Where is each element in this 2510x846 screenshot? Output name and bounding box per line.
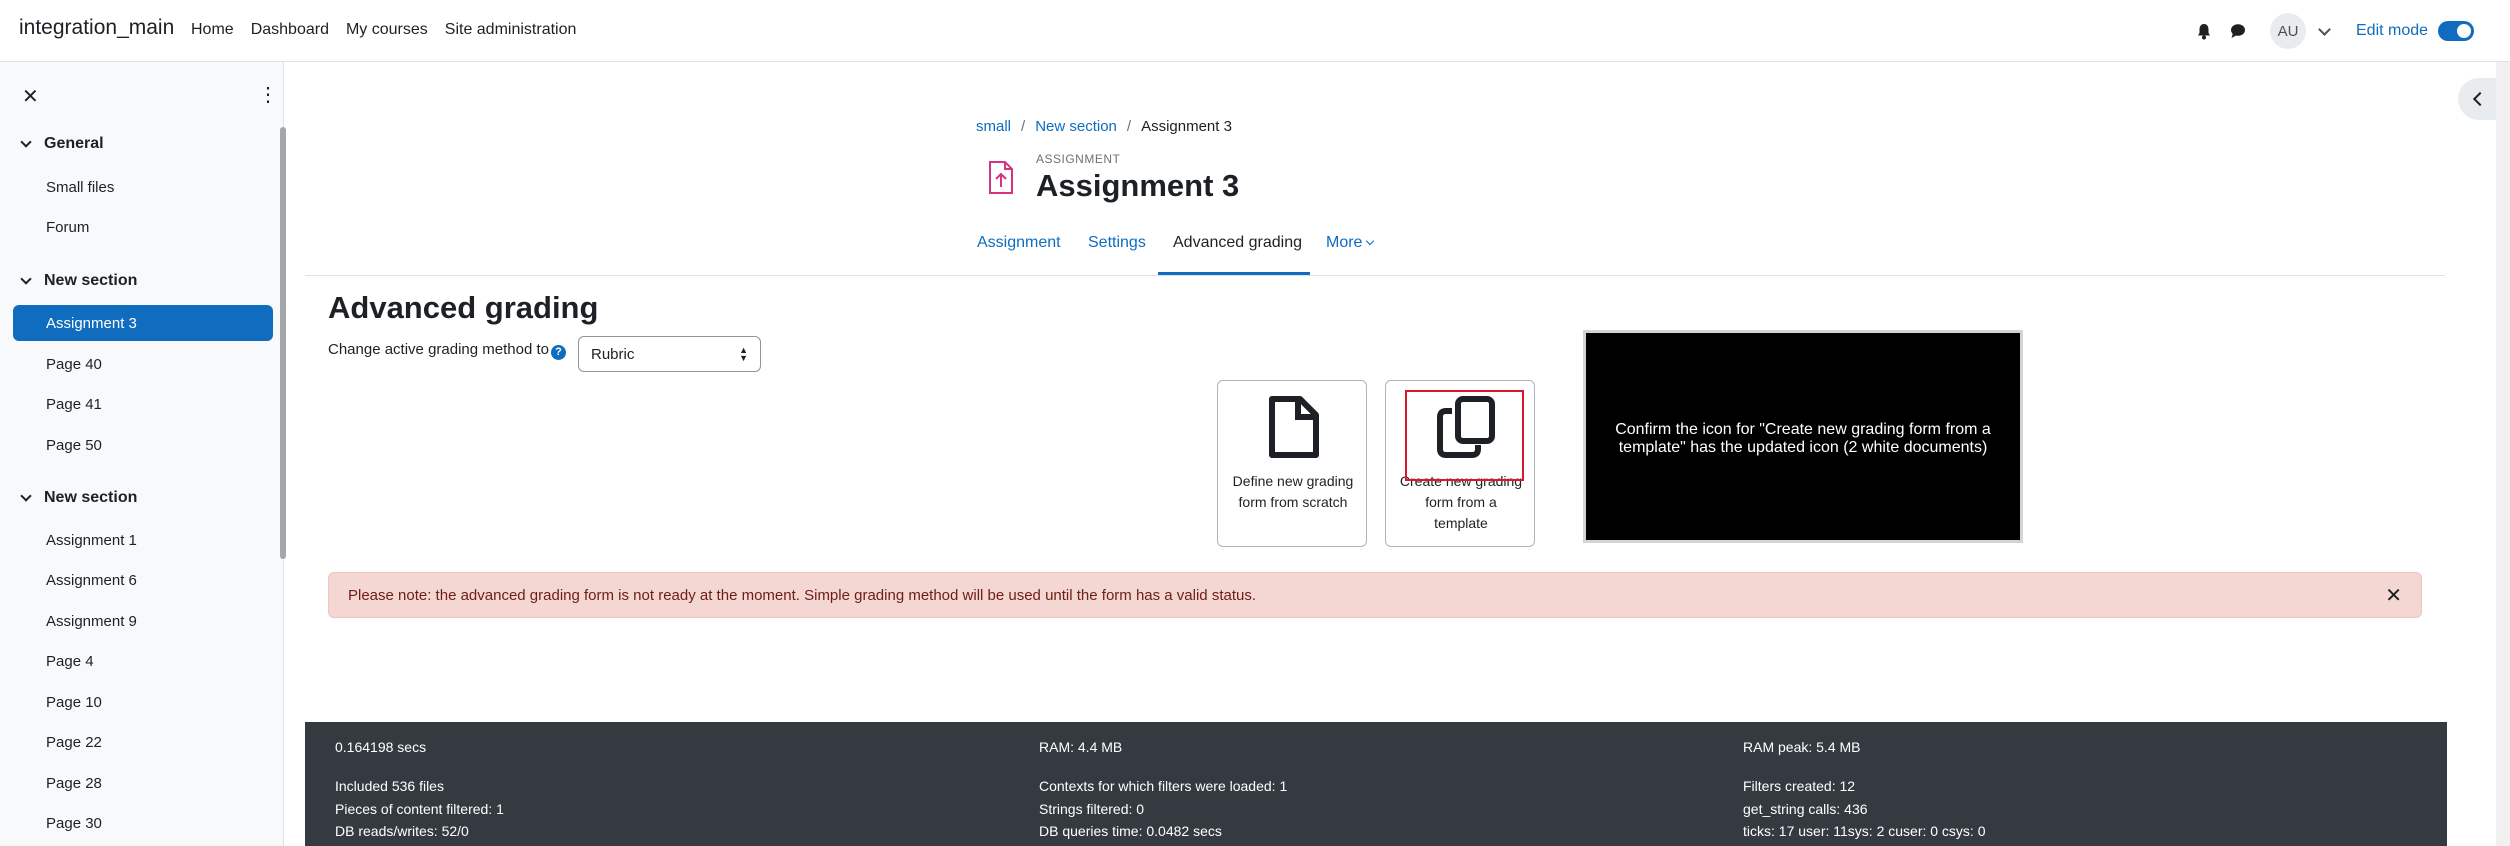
card-label: Define new grading form from scratch: [1232, 473, 1354, 510]
tab-more[interactable]: More: [1326, 234, 1375, 252]
course-item-page-41[interactable]: Page 41: [13, 386, 273, 422]
avatar: AU: [2270, 13, 2306, 49]
annotation-overlay: Confirm the icon for "Create new grading…: [1583, 330, 2023, 543]
grading-method-value: Rubric: [591, 345, 635, 363]
annotation-message: Confirm the icon for "Create new grading…: [1615, 421, 1991, 456]
chevron-down-icon: [2318, 22, 2331, 36]
select-arrows-icon: ▲ ▼: [739, 345, 748, 363]
chevron-down-icon: [20, 490, 32, 502]
course-item-page-22[interactable]: Page 22: [13, 724, 273, 760]
grading-method-select[interactable]: Rubric ▲ ▼: [578, 336, 761, 372]
alert-message: Please note: the advanced grading form i…: [348, 587, 1257, 604]
page-scrollbar[interactable]: [2496, 62, 2510, 846]
bell-icon: [2198, 23, 2210, 39]
primary-navigation: Home Dashboard My courses Site administr…: [191, 21, 593, 39]
messages-button[interactable]: [2230, 0, 2246, 62]
site-brand[interactable]: integration_main: [19, 16, 174, 40]
course-item-forum[interactable]: Forum: [13, 209, 273, 245]
grading-method-label: Change active grading method to: [328, 341, 549, 358]
section-title: New section: [44, 272, 138, 289]
open-block-drawer-button[interactable]: [2458, 78, 2496, 120]
course-item-assignment-1[interactable]: Assignment 1: [13, 522, 273, 558]
course-index-drawer: ✕ ⋮ General Small files Forum New sectio…: [0, 62, 286, 846]
perf-included-files: Included 536 files: [335, 778, 444, 794]
chevron-down-icon: [1366, 236, 1375, 246]
chat-icon: [2231, 24, 2245, 38]
breadcrumb: small / New section / Assignment 3: [976, 118, 1232, 135]
nav-home[interactable]: Home: [191, 21, 234, 39]
chevron-down-icon: [20, 273, 32, 285]
nav-site-administration[interactable]: Site administration: [445, 21, 577, 39]
breadcrumb-current: Assignment 3: [1141, 118, 1232, 135]
nav-dashboard[interactable]: Dashboard: [251, 21, 329, 39]
chevron-left-icon: [2472, 91, 2488, 107]
kebab-menu-icon[interactable]: ⋮: [258, 82, 278, 107]
course-item-page-10[interactable]: Page 10: [13, 684, 273, 720]
perf-ticks: ticks: 17 user: 11sys: 2 cuser: 0 csys: …: [1743, 823, 1986, 839]
chevron-down-icon: [20, 136, 32, 148]
define-from-scratch-button[interactable]: Define new grading form from scratch: [1217, 380, 1367, 547]
course-item-assignment-6[interactable]: Assignment 6: [13, 562, 273, 598]
perf-contexts: Contexts for which filters were loaded: …: [1039, 778, 1288, 794]
course-item-assignment-9[interactable]: Assignment 9: [13, 603, 273, 639]
section-title: New section: [44, 489, 138, 506]
tab-more-label: More: [1326, 234, 1363, 251]
course-item-page-50[interactable]: Page 50: [13, 427, 273, 463]
perf-get-string: get_string calls: 436: [1743, 801, 1868, 817]
perf-filters-created: Filters created: 12: [1743, 778, 1856, 794]
course-item-assignment-3[interactable]: Assignment 3: [13, 305, 273, 341]
notifications-button[interactable]: [2196, 0, 2212, 62]
highlight-box: [1405, 390, 1524, 481]
course-item-page-28[interactable]: Page 28: [13, 765, 273, 801]
course-item-page-40[interactable]: Page 40: [13, 346, 273, 382]
top-navbar: integration_main Home Dashboard My cours…: [0, 0, 2510, 62]
perf-db-reads: DB reads/writes: 52/0: [335, 823, 469, 839]
nav-my-courses[interactable]: My courses: [346, 21, 428, 39]
edit-mode-toggle[interactable]: [2438, 21, 2475, 41]
drawer-scrollbar[interactable]: [280, 127, 286, 559]
activity-type: ASSIGNMENT: [1036, 152, 1121, 166]
close-icon[interactable]: ✕: [2385, 583, 2402, 608]
edit-mode-switch[interactable]: Edit mode: [2356, 0, 2475, 62]
tab-assignment[interactable]: Assignment: [977, 234, 1061, 252]
breadcrumb-course[interactable]: small: [976, 118, 1011, 135]
performance-footer: 0.164198 secs Included 536 files Pieces …: [305, 722, 2447, 846]
edit-mode-label: Edit mode: [2356, 22, 2429, 39]
active-tab-indicator: [1158, 272, 1310, 275]
close-icon[interactable]: ✕: [22, 84, 39, 109]
perf-content-filtered: Pieces of content filtered: 1: [335, 801, 504, 817]
breadcrumb-section[interactable]: New section: [1035, 118, 1117, 135]
assignment-upload-icon: [989, 161, 1013, 194]
course-item-page-30[interactable]: Page 30: [13, 805, 273, 841]
help-icon[interactable]: ?: [551, 345, 566, 360]
user-menu[interactable]: AU: [2270, 0, 2331, 62]
section-new-section-2[interactable]: New section: [20, 489, 138, 507]
perf-strings-filtered: Strings filtered: 0: [1039, 801, 1145, 817]
section-new-section-1[interactable]: New section: [20, 272, 138, 290]
breadcrumb-separator: /: [1021, 118, 1026, 135]
section-title: General: [44, 135, 104, 152]
tab-advanced-grading[interactable]: Advanced grading: [1173, 234, 1302, 252]
perf-ram-peak: RAM peak: 5.4 MB: [1743, 739, 1861, 755]
perf-ram: RAM: 4.4 MB: [1039, 739, 1123, 755]
page-title: Assignment 3: [1036, 168, 1240, 203]
secondary-navigation: Assignment Settings Advanced grading Mor…: [305, 222, 2445, 276]
document-icon: [1269, 396, 1319, 458]
breadcrumb-separator: /: [1126, 118, 1132, 135]
course-item-page-4[interactable]: Page 4: [13, 643, 273, 679]
tab-settings[interactable]: Settings: [1088, 234, 1146, 252]
perf-time: 0.164198 secs: [335, 739, 427, 755]
perf-db-time: DB queries time: 0.0482 secs: [1039, 823, 1222, 839]
section-general[interactable]: General: [20, 135, 104, 153]
section-heading: Advanced grading: [328, 290, 599, 325]
course-item-small-files[interactable]: Small files: [13, 169, 273, 205]
status-alert: Please note: the advanced grading form i…: [328, 572, 2422, 618]
